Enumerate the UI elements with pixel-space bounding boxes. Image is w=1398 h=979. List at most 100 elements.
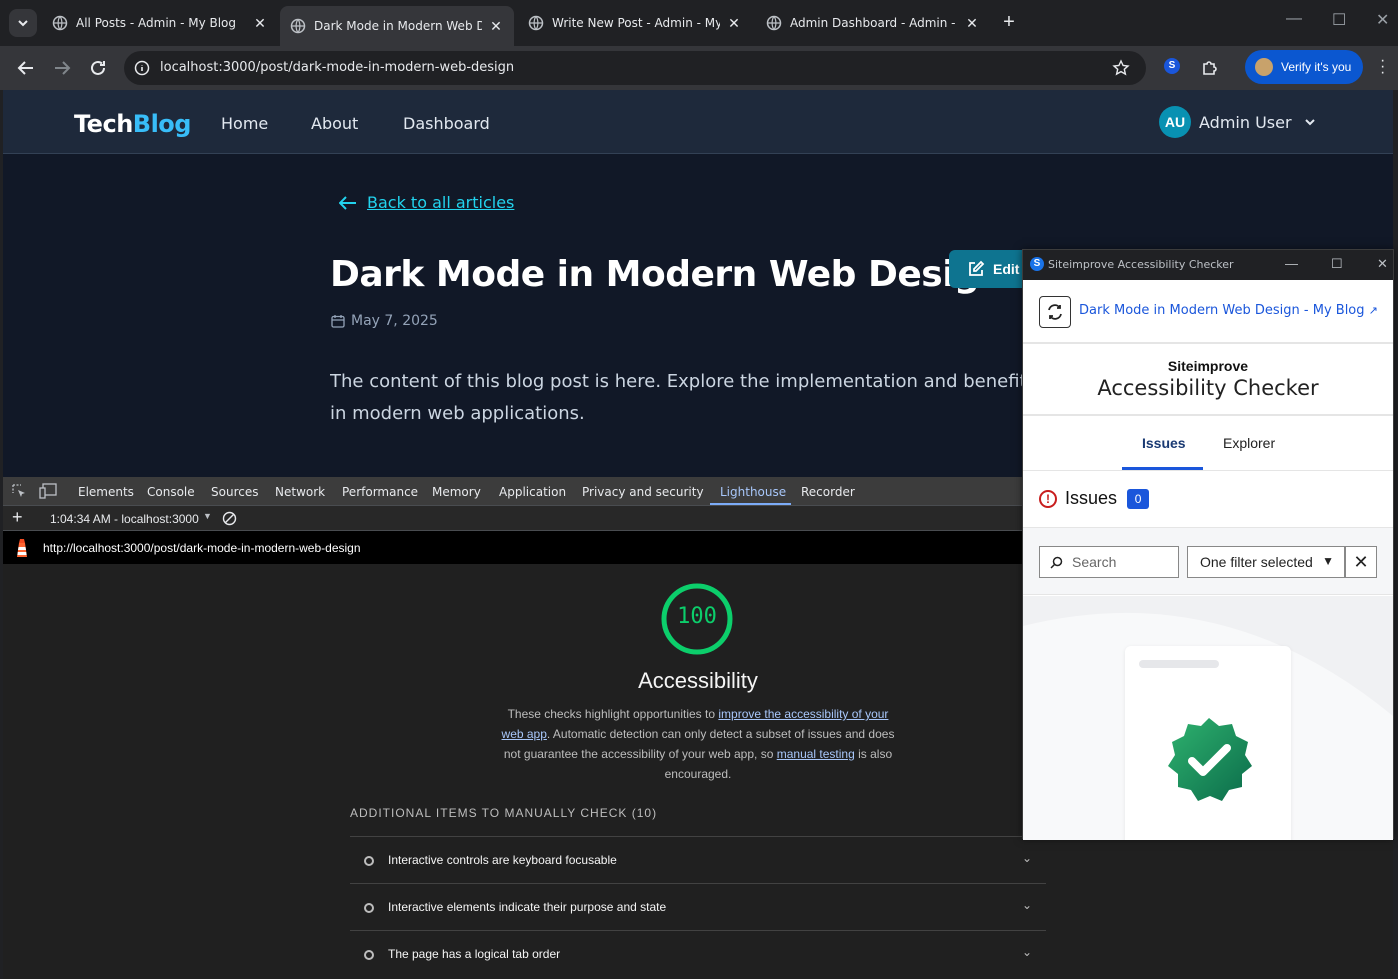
extensions-puzzle-icon[interactable] <box>1198 56 1222 80</box>
divider <box>1023 470 1393 471</box>
nav-about-link[interactable]: About <box>311 114 358 133</box>
tab-title: Write New Post - Admin - My B <box>552 16 720 30</box>
address-bar[interactable]: localhost:3000/post/dark-mode-in-modern-… <box>124 51 1146 85</box>
illustration-card <box>1125 646 1291 840</box>
globe-icon <box>290 18 306 34</box>
illustration-bar <box>1139 660 1219 668</box>
address-bar-url: localhost:3000/post/dark-mode-in-modern-… <box>160 60 515 75</box>
browser-tab-write-post[interactable]: Write New Post - Admin - My B ✕ <box>518 6 752 40</box>
siteimprove-titlebar: S Siteimprove Accessibility Checker — ☐ … <box>1023 250 1393 280</box>
maximize-icon[interactable]: ☐ <box>1332 10 1346 30</box>
globe-icon <box>528 15 544 31</box>
issues-count-badge: 0 <box>1127 488 1150 509</box>
verified-check-icon <box>1168 718 1252 801</box>
clear-filter-button[interactable]: ✕ <box>1345 546 1377 578</box>
caret-down-icon: ▼ <box>1322 554 1334 568</box>
manual-testing-link[interactable]: manual testing <box>777 747 855 761</box>
tab-search-button[interactable] <box>9 9 37 37</box>
inspect-element-icon[interactable] <box>11 483 27 499</box>
category-description: These checks highlight opportunities to … <box>501 707 895 781</box>
chevron-down-icon: ▼ <box>203 511 212 521</box>
more-menu-icon[interactable]: · · · <box>1380 53 1385 81</box>
browser-tab-all-posts[interactable]: All Posts - Admin - My Blog ✕ <box>42 6 278 40</box>
report-select[interactable]: 1:04:34 AM - localhost:3000 <box>50 512 199 526</box>
tab-title: Admin Dashboard - Admin - My <box>790 16 958 30</box>
devtools-tab-recorder[interactable]: Recorder <box>801 485 855 499</box>
issues-heading: ! Issues 0 <box>1039 488 1150 509</box>
globe-icon <box>766 15 782 31</box>
devtools-tab-network[interactable]: Network <box>275 485 325 499</box>
avatar: AU <box>1159 106 1191 138</box>
back-to-articles-link[interactable]: Back to all articles <box>339 193 514 212</box>
close-window-icon[interactable]: ✕ <box>1376 10 1389 30</box>
tab-explorer[interactable]: Explorer <box>1223 435 1275 451</box>
devtools-tab-elements[interactable]: Elements <box>78 485 134 499</box>
browser-tab-admin-dashboard[interactable]: Admin Dashboard - Admin - My ✕ <box>756 6 990 40</box>
siteimprove-page-header: Dark Mode in Modern Web Design - My Blog… <box>1023 280 1393 344</box>
edit-icon <box>969 260 985 276</box>
nav-dashboard-link[interactable]: Dashboard <box>403 114 490 133</box>
refresh-button[interactable] <box>1039 296 1071 328</box>
devtools-tab-lighthouse[interactable]: Lighthouse <box>720 485 786 499</box>
checked-page-link[interactable]: Dark Mode in Modern Web Design - My Blog… <box>1079 303 1378 318</box>
devtools-tab-performance[interactable]: Performance <box>342 485 418 499</box>
nav-home-link[interactable]: Home <box>221 114 268 133</box>
back-arrow-icon[interactable] <box>14 56 38 80</box>
active-tab-indicator <box>710 503 791 505</box>
tab-title: Dark Mode in Modern Web Des <box>314 19 482 33</box>
devtools-tab-privacy[interactable]: Privacy and security <box>582 485 704 499</box>
tab-issues[interactable]: Issues <box>1142 435 1186 451</box>
lighthouse-icon <box>17 539 27 557</box>
avatar <box>1255 58 1273 76</box>
close-tab-icon[interactable]: ✕ <box>726 15 742 32</box>
devtools-tab-memory[interactable]: Memory <box>432 485 481 499</box>
profile-verify-label: Verify it's you <box>1281 60 1352 74</box>
post-title: Dark Mode in Modern Web Design <box>330 254 1005 295</box>
chevron-down-icon: ⌄ <box>1022 945 1033 959</box>
post-date: May 7, 2025 <box>331 313 438 329</box>
devtools-tab-application[interactable]: Application <box>499 485 566 499</box>
clear-icon[interactable] <box>222 511 237 526</box>
close-tab-icon[interactable]: ✕ <box>964 15 980 32</box>
calendar-icon <box>331 315 345 328</box>
audit-item[interactable]: Interactive controls are keyboard focusa… <box>350 836 1046 883</box>
filter-select[interactable]: One filter selected ▼ <box>1187 546 1345 578</box>
forward-arrow-icon[interactable] <box>50 56 74 80</box>
siteimprove-brand: Siteimprove Accessibility Checker <box>1097 358 1319 400</box>
score-value: 100 <box>677 604 717 629</box>
window-title: Siteimprove Accessibility Checker <box>1048 258 1234 271</box>
chevron-down-icon: ⌄ <box>1022 898 1033 912</box>
new-report-icon[interactable]: + <box>12 507 23 528</box>
site-logo[interactable]: TechBlog <box>74 110 191 138</box>
devtools-tab-sources[interactable]: Sources <box>211 485 258 499</box>
device-toolbar-icon[interactable] <box>39 483 57 499</box>
user-menu[interactable]: AU Admin User <box>1159 106 1316 138</box>
manual-check-section-title: ADDITIONAL ITEMS TO MANUALLY CHECK (10) <box>350 806 658 820</box>
reload-icon[interactable] <box>86 56 110 80</box>
audit-item[interactable]: Interactive elements indicate their purp… <box>350 883 1046 930</box>
site-header: TechBlog Home About Dashboard AU Admin U… <box>3 90 1393 154</box>
siteimprove-extension-icon[interactable]: S <box>1164 58 1180 74</box>
manual-audit-icon <box>364 950 374 960</box>
globe-icon <box>52 15 68 31</box>
minimize-icon[interactable]: — <box>1286 10 1302 28</box>
close-window-icon[interactable]: ✕ <box>1377 256 1388 272</box>
new-tab-button[interactable]: + <box>998 12 1020 34</box>
maximize-icon[interactable]: ☐ <box>1331 256 1343 272</box>
close-tab-icon[interactable]: ✕ <box>488 18 504 35</box>
report-url[interactable]: http://localhost:3000/post/dark-mode-in-… <box>43 541 361 555</box>
manual-audit-icon <box>364 903 374 913</box>
minimize-icon[interactable]: — <box>1285 256 1298 271</box>
search-input[interactable]: Search <box>1039 546 1179 578</box>
close-tab-icon[interactable]: ✕ <box>252 15 268 32</box>
browser-tab-dark-mode[interactable]: Dark Mode in Modern Web Des ✕ <box>280 6 514 46</box>
star-icon[interactable] <box>1112 59 1130 77</box>
chevron-down-icon <box>18 20 28 27</box>
devtools-tab-console[interactable]: Console <box>147 485 195 499</box>
divider <box>1023 414 1393 416</box>
close-icon: ✕ <box>1353 552 1369 572</box>
profile-verify-button[interactable]: Verify it's you <box>1245 50 1363 84</box>
tab-title: All Posts - Admin - My Blog <box>76 16 237 30</box>
audit-item[interactable]: The page has a logical tab order ⌄ <box>350 930 1046 977</box>
site-info-icon[interactable] <box>134 60 150 76</box>
